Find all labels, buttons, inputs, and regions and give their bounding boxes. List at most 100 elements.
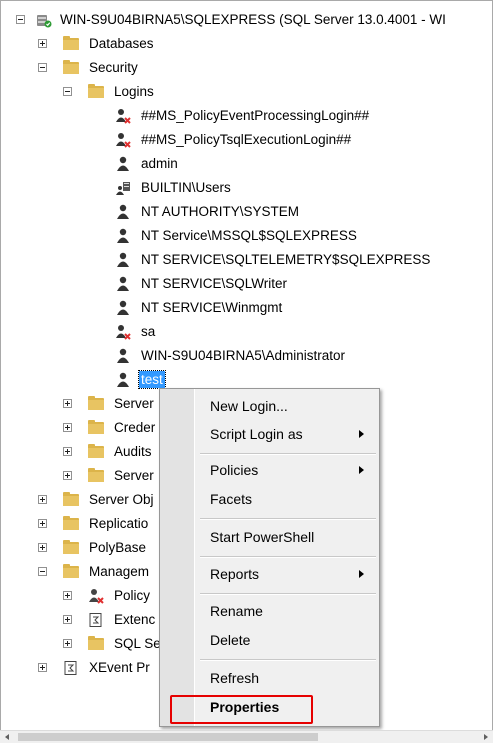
expand-toggle[interactable] bbox=[63, 639, 72, 648]
user-login-icon bbox=[117, 156, 129, 171]
user-login-icon bbox=[117, 276, 129, 291]
node-label: Policy bbox=[114, 588, 151, 603]
login-label: NT AUTHORITY\SYSTEM bbox=[141, 204, 300, 219]
user-login-icon bbox=[117, 372, 129, 387]
expand-toggle[interactable] bbox=[38, 39, 47, 48]
login-label: NT Service\MSSQL$SQLEXPRESS bbox=[141, 228, 357, 243]
user-login-icon bbox=[117, 252, 129, 267]
node-label: Creder bbox=[114, 420, 156, 435]
menu-item-new-login[interactable]: New Login... bbox=[195, 393, 378, 419]
menu-item-facets[interactable]: Facets bbox=[195, 486, 378, 512]
login-label: BUILTIN\Users bbox=[141, 180, 231, 195]
menu-item-delete[interactable]: Delete bbox=[195, 627, 378, 653]
folder-icon bbox=[63, 540, 79, 554]
disabled-login-icon bbox=[116, 325, 131, 340]
horizontal-scrollbar[interactable] bbox=[0, 730, 493, 743]
menu-item-rename[interactable]: Rename bbox=[195, 598, 378, 624]
expand-toggle[interactable] bbox=[38, 519, 47, 528]
databases-label: Databases bbox=[89, 36, 154, 51]
node-label: Server bbox=[114, 468, 154, 483]
folder-icon bbox=[63, 60, 79, 74]
group-login-icon bbox=[116, 182, 130, 195]
expand-toggle[interactable] bbox=[63, 447, 72, 456]
expand-toggle[interactable] bbox=[63, 471, 72, 480]
menu-separator bbox=[200, 556, 376, 558]
user-login-icon bbox=[117, 228, 129, 243]
login-label: NT SERVICE\Winmgmt bbox=[141, 300, 283, 315]
menu-icon-gutter bbox=[160, 389, 195, 726]
extended-events-icon bbox=[89, 613, 102, 627]
menu-item-script-login-as[interactable]: Script Login as bbox=[195, 421, 378, 447]
expand-toggle[interactable] bbox=[38, 495, 47, 504]
folder-icon bbox=[88, 468, 104, 482]
tree-node-server[interactable]: WIN-S9U04BIRNA5\SQLEXPRESS (SQL Server 1… bbox=[0, 8, 493, 32]
login-label: ##MS_PolicyEventProcessingLogin## bbox=[141, 108, 370, 123]
scroll-right-icon[interactable] bbox=[484, 734, 488, 740]
node-label: Server bbox=[114, 396, 154, 411]
node-label: Replicatio bbox=[89, 516, 149, 531]
folder-icon bbox=[88, 396, 104, 410]
properties-highlight-box bbox=[170, 695, 313, 724]
node-label: Audits bbox=[114, 444, 152, 459]
node-label: SQL Se bbox=[114, 636, 161, 651]
folder-icon bbox=[63, 564, 79, 578]
menu-item-refresh[interactable]: Refresh bbox=[195, 665, 378, 691]
user-login-icon bbox=[117, 204, 129, 219]
node-label: Server Obj bbox=[89, 492, 154, 507]
menu-item-label: Refresh bbox=[210, 670, 260, 686]
menu-item-label: New Login... bbox=[210, 398, 288, 414]
scrollbar-thumb[interactable] bbox=[18, 733, 318, 741]
login-label: admin bbox=[141, 156, 178, 171]
menu-item-label: Rename bbox=[210, 603, 263, 619]
menu-separator bbox=[200, 659, 376, 661]
user-login-icon bbox=[117, 348, 129, 363]
expand-toggle[interactable] bbox=[63, 615, 72, 624]
menu-item-reports[interactable]: Reports bbox=[195, 561, 378, 587]
collapse-toggle[interactable] bbox=[16, 15, 25, 24]
menu-item-policies[interactable]: Policies bbox=[195, 457, 378, 483]
policy-icon bbox=[89, 589, 104, 604]
scroll-left-icon[interactable] bbox=[5, 734, 9, 740]
menu-item-label: Facets bbox=[210, 491, 253, 507]
login-label: sa bbox=[141, 324, 156, 339]
folder-icon bbox=[88, 444, 104, 458]
menu-item-label: Policies bbox=[210, 462, 259, 478]
collapse-toggle[interactable] bbox=[38, 63, 47, 72]
submenu-arrow-icon bbox=[359, 466, 364, 474]
expand-toggle[interactable] bbox=[38, 663, 47, 672]
menu-item-label: Reports bbox=[210, 566, 260, 582]
submenu-arrow-icon bbox=[359, 430, 364, 438]
login-label: ##MS_PolicyTsqlExecutionLogin## bbox=[141, 132, 352, 147]
expand-toggle[interactable] bbox=[63, 399, 72, 408]
collapse-toggle[interactable] bbox=[38, 567, 47, 576]
login-label: NT SERVICE\SQLWriter bbox=[141, 276, 288, 291]
expand-toggle[interactable] bbox=[63, 423, 72, 432]
expand-toggle[interactable] bbox=[63, 591, 72, 600]
folder-icon bbox=[88, 636, 104, 650]
login-label: WIN-S9U04BIRNA5\Administrator bbox=[141, 348, 346, 363]
user-login-icon bbox=[117, 300, 129, 315]
node-label: XEvent Pr bbox=[89, 660, 150, 675]
expand-toggle[interactable] bbox=[38, 543, 47, 552]
login-label: NT SERVICE\SQLTELEMETRY$SQLEXPRESS bbox=[141, 252, 431, 267]
menu-separator bbox=[200, 453, 376, 455]
node-label: Extenc bbox=[114, 612, 156, 627]
menu-item-start-powershell[interactable]: Start PowerShell bbox=[195, 524, 378, 550]
collapse-toggle[interactable] bbox=[63, 87, 72, 96]
menu-item-label: Start PowerShell bbox=[210, 529, 315, 545]
folder-icon bbox=[63, 36, 79, 50]
menu-item-label: Script Login as bbox=[210, 426, 303, 442]
folder-icon bbox=[63, 516, 79, 530]
disabled-login-icon bbox=[116, 133, 131, 148]
disabled-login-icon bbox=[116, 109, 131, 124]
menu-separator bbox=[200, 518, 376, 520]
folder-icon bbox=[88, 420, 104, 434]
node-label: PolyBase bbox=[89, 540, 147, 555]
security-label: Security bbox=[89, 60, 138, 75]
folder-icon bbox=[63, 492, 79, 506]
xevent-profiler-icon bbox=[64, 661, 77, 675]
menu-separator bbox=[200, 593, 376, 595]
server-icon bbox=[37, 15, 52, 28]
submenu-arrow-icon bbox=[359, 570, 364, 578]
context-menu: New Login... Script Login as Policies Fa… bbox=[159, 388, 380, 727]
